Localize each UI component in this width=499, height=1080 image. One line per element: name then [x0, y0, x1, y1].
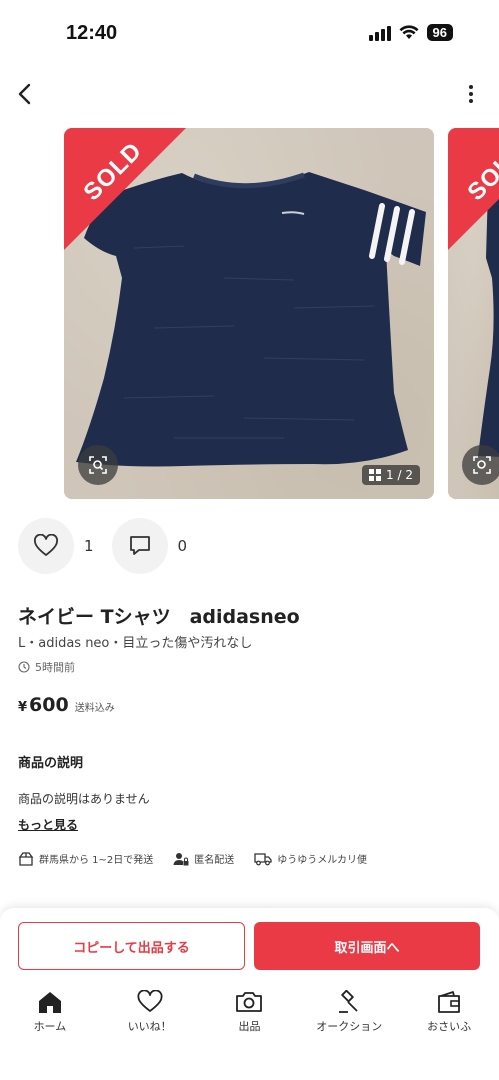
truck-icon [254, 852, 272, 865]
shipping-method: ゆうゆうメルカリ便 [254, 851, 367, 866]
grid-icon [369, 469, 382, 481]
posted-time: 5時間前 [18, 659, 75, 675]
signal-icon [368, 25, 391, 41]
trade-screen-button[interactable]: 取引画面へ [254, 922, 480, 970]
see-more-link[interactable]: もっと見る [18, 816, 78, 833]
posted-time-text: 5時間前 [35, 661, 75, 674]
price-value: 600 [29, 694, 69, 716]
product-attributes: L・adidas neo・目立った傷や汚れなし [18, 636, 253, 651]
image-counter: 1 / 2 [362, 465, 420, 485]
description-heading: 商品の説明 [18, 756, 84, 771]
like-button[interactable] [18, 518, 74, 574]
status-bar: 12:40 96 [0, 0, 499, 64]
chevron-left-icon [18, 83, 31, 105]
copy-listing-button[interactable]: コピーして出品する [18, 922, 245, 970]
heart-icon [137, 990, 163, 1012]
anonymous-shipping: 匿名配送 [173, 851, 234, 866]
image-counter-text: 1 / 2 [386, 468, 413, 482]
back-button[interactable] [12, 80, 40, 108]
status-time: 12:40 [66, 22, 118, 44]
tab-bar: ホーム いいね！ 出品 オークション おさいふ [0, 988, 499, 1048]
price-currency: ¥ [18, 700, 28, 715]
tab-sell[interactable]: 出品 [200, 988, 300, 1048]
shipping-included-note: 送料込み [74, 703, 115, 714]
box-icon [18, 851, 34, 866]
gavel-icon [339, 990, 358, 1013]
ship-from: 群馬県から 1~2日で発送 [18, 851, 153, 866]
comment-count: 0 [177, 537, 188, 555]
tab-label: オークション [316, 1020, 383, 1033]
shipping-method-text: ゆうゆうメルカリ便 [277, 855, 367, 866]
zoom-button[interactable] [78, 445, 118, 485]
ship-from-text: 群馬県から 1~2日で発送 [39, 855, 154, 866]
person-lock-icon [173, 852, 189, 865]
comment-icon [129, 536, 150, 555]
photo-carousel[interactable]: SOLD 1 / 2 SOLD [64, 128, 499, 500]
tab-label: 出品 [238, 1020, 261, 1033]
comment-button[interactable] [111, 518, 168, 574]
image-search-icon [473, 456, 491, 474]
price: ¥ 600 送料込み [18, 694, 115, 716]
shipping-info: 群馬県から 1~2日で発送 匿名配送 ゆうゆうメルカリ便 [18, 851, 387, 866]
tab-home[interactable]: ホーム [0, 988, 100, 1048]
tab-auction[interactable]: オークション [299, 988, 399, 1048]
product-title: ネイビー Tシャツ adidasneo [18, 606, 300, 628]
like-count: 1 [84, 537, 94, 555]
battery-level: 96 [426, 24, 453, 41]
nav-bar [0, 72, 499, 116]
wallet-icon [438, 991, 460, 1013]
tab-likes[interactable]: いいね！ [100, 988, 200, 1048]
clock-icon [18, 661, 30, 673]
tab-label: ホーム [33, 1020, 67, 1033]
product-photo[interactable]: SOLD 1 / 2 [64, 128, 434, 499]
next-product-photo[interactable]: SOLD [448, 128, 499, 499]
engagement-row: 1 0 [18, 518, 205, 574]
bottom-panel: コピーして出品する 取引画面へ ホーム いいね！ 出品 オークション おさいふ [0, 908, 499, 1080]
tab-label: おさいふ [427, 1020, 472, 1033]
zoom-button-next[interactable] [462, 445, 499, 485]
home-icon [38, 992, 61, 1013]
camera-icon [236, 992, 263, 1012]
wifi-icon [399, 25, 419, 39]
image-search-icon [89, 456, 107, 474]
tab-wallet[interactable]: おさいふ [399, 988, 499, 1048]
more-options-button[interactable] [463, 80, 479, 108]
description-body: 商品の説明はありません [18, 792, 150, 806]
status-indicators: 96 [368, 24, 453, 41]
tab-label: いいね！ [127, 1020, 172, 1033]
heart-icon [34, 534, 58, 556]
anonymous-shipping-text: 匿名配送 [194, 855, 235, 866]
